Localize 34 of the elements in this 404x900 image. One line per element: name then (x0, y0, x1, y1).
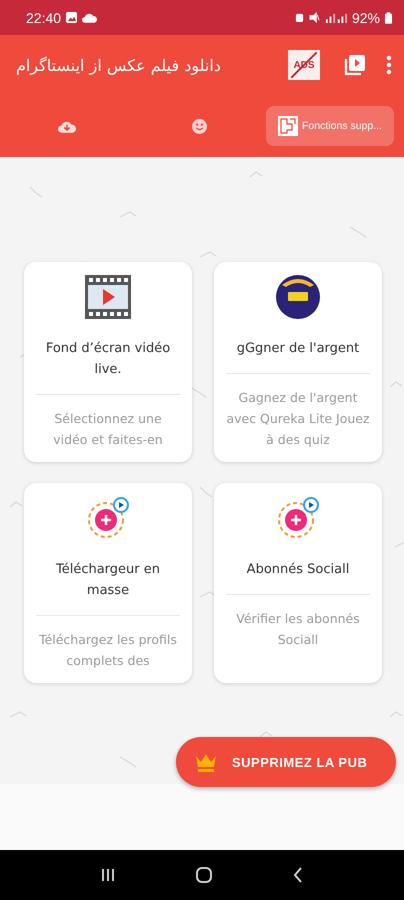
card-title: Téléchargeur en masse (54, 561, 161, 600)
card-description: Sélectionnez une vidéo et faites-en (52, 410, 164, 449)
status-time: 22:40 (26, 10, 62, 26)
video-library-icon[interactable] (344, 54, 366, 76)
add-follower-icon (86, 496, 130, 540)
cloud-icon (82, 12, 98, 22)
card-description: Vérifier les abonnés Sociall (235, 610, 361, 649)
cloud-download-icon (58, 120, 76, 132)
card-description: Gagnez de l'argent avec Qureka Lite Jouez à des quiz (226, 389, 370, 449)
puzzle-icon (278, 116, 298, 136)
card-title: gGgner de l'argent (236, 340, 360, 358)
menu-icon[interactable] (386, 55, 392, 75)
coins-badge-icon (276, 275, 320, 319)
app-title: دانلود فیلم عکس از اینستاگرام (16, 56, 222, 74)
feature-card[interactable]: gGgner de l'argent Gagnez de l'argent avec Qureka Lite Jouez à des quiz (214, 262, 382, 462)
mute-icon (308, 12, 320, 23)
add-follower-icon (276, 496, 320, 540)
image-icon (66, 12, 78, 23)
card-description: Téléchargez les profils complets des (38, 631, 178, 670)
film-icon (84, 273, 132, 321)
remove-ads-button[interactable]: SUPPRIMEZ LA PUB (176, 737, 396, 787)
card-title: Fond d’écran vidéo live. (44, 340, 172, 379)
battery-icon (385, 12, 392, 24)
back-icon[interactable] (292, 866, 304, 884)
alarm-icon (294, 12, 304, 23)
signal-icon (324, 12, 347, 23)
feature-card[interactable]: Fond d’écran vidéo live. Sélectionnez une vidéo et faites-en (24, 262, 192, 462)
feature-card[interactable]: Abonnés Sociall Vérifier les abonnés Sociall (214, 483, 382, 683)
battery-percent: 92% (352, 10, 380, 26)
recent-apps-icon[interactable] (100, 867, 116, 883)
card-title: Abonnés Sociall (246, 561, 350, 579)
smiley-icon (192, 118, 207, 134)
feature-card[interactable]: Téléchargeur en masse Téléchargez les profils complets des (24, 483, 192, 683)
home-icon[interactable] (194, 866, 213, 884)
